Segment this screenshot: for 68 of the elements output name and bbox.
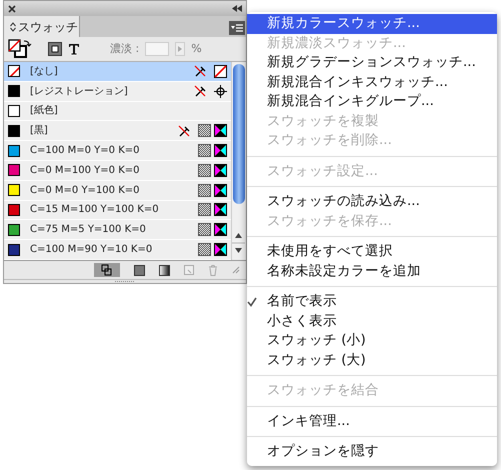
cmyk-icon [214,144,227,158]
tint-label: 濃淡 : [110,40,140,57]
swatch-name: C=0 M=100 Y=0 K=0 [30,164,141,178]
swatch-row[interactable]: C=100 M=0 Y=0 K=0 [4,141,231,160]
cmyk-icon [214,184,227,197]
menu-icon[interactable] [229,21,245,35]
checker-icon [198,144,211,158]
swatch-name: C=0 M=0 Y=100 K=0 [30,184,141,198]
menu-item[interactable]: スウォッチの読み込み... [247,192,497,212]
close-icon[interactable] [8,4,16,12]
swatch-row[interactable]: [レジストレーション] [4,82,231,101]
new-swatch-icon[interactable] [184,265,194,275]
swatch-row[interactable]: C=15 M=100 Y=100 K=0 [4,200,231,220]
resize-grip-icon[interactable] [232,266,240,274]
container-icon[interactable] [48,42,62,56]
swatch-name: C=100 M=90 Y=10 K=0 [30,243,154,258]
swatch-row[interactable]: [紙色] [4,102,231,120]
collapse-icon[interactable] [232,5,242,12]
sort-icon [10,22,16,32]
menu-item[interactable]: 新規混合インキグループ... [247,92,497,112]
show-all-icon[interactable] [94,263,120,277]
menu-item[interactable]: スウォッチ (小) [247,331,497,350]
checker-icon [198,124,211,138]
swatch-name: [なし] [30,64,59,79]
swatch-name: [レジストレーション] [30,84,129,99]
tint-field[interactable] [145,42,170,56]
swatch-row[interactable]: [なし] [4,62,231,81]
checker-icon [198,223,211,236]
swatch-name: C=100 M=0 Y=0 K=0 [30,144,141,158]
menu-item[interactable]: 名前で表示 [247,292,497,312]
color-swatch-icon[interactable] [134,264,145,276]
swatch-name: C=15 M=100 Y=100 K=0 [30,203,160,218]
swatch-name: [紙色] [30,104,59,118]
text-icon[interactable] [68,43,80,55]
cmyk-icon [214,124,227,138]
menu-item[interactable]: オプションを隠す [247,442,497,462]
swatch-name: C=75 M=5 Y=100 K=0 [30,223,147,238]
scroll-bar[interactable] [231,62,246,260]
swatch-row[interactable]: C=0 M=100 Y=0 K=0 [4,160,231,180]
checker-icon [198,243,211,256]
menu-item[interactable]: 新規グラデーションスウォッチ... [247,53,497,72]
swatch-name: [黒] [30,124,49,138]
menu-item[interactable]: インキ管理... [247,412,497,431]
menu-item[interactable]: 未使用をすべて選択 [247,242,497,262]
checker-icon [198,203,211,216]
checker-icon [198,164,211,177]
crosshair-icon [214,84,227,98]
menu-item[interactable]: 新規混合インキスウォッチ... [247,72,497,92]
none-icon [214,64,227,78]
fill-stroke-icon[interactable] [8,39,34,59]
checker-icon [198,184,211,197]
menu-item[interactable]: 新規カラースウォッチ... [247,14,497,34]
cmyk-icon [214,223,227,236]
arrow-icon [178,46,182,52]
cmyk-icon [214,243,227,256]
cmyk-icon [214,164,227,177]
menu-item[interactable]: スウォッチ (大) [247,350,497,370]
cmyk-icon [214,203,227,216]
swatch-row[interactable]: C=75 M=5 Y=100 K=0 [4,220,231,240]
gradient-icon[interactable] [159,264,170,276]
drag-grip-icon[interactable] [115,280,135,283]
swatch-row[interactable]: [黒] [4,121,231,140]
menu-item[interactable]: 小さく表示 [247,312,497,331]
menu-item[interactable]: 名称未設定カラーを追加 [247,262,497,281]
panel-tab[interactable]: スウォッチ [4,16,80,37]
percent-label: % [191,40,202,57]
swatch-row[interactable]: C=0 M=0 Y=100 K=0 [4,180,231,200]
swatch-row[interactable]: C=100 M=90 Y=10 K=0 [4,240,231,259]
